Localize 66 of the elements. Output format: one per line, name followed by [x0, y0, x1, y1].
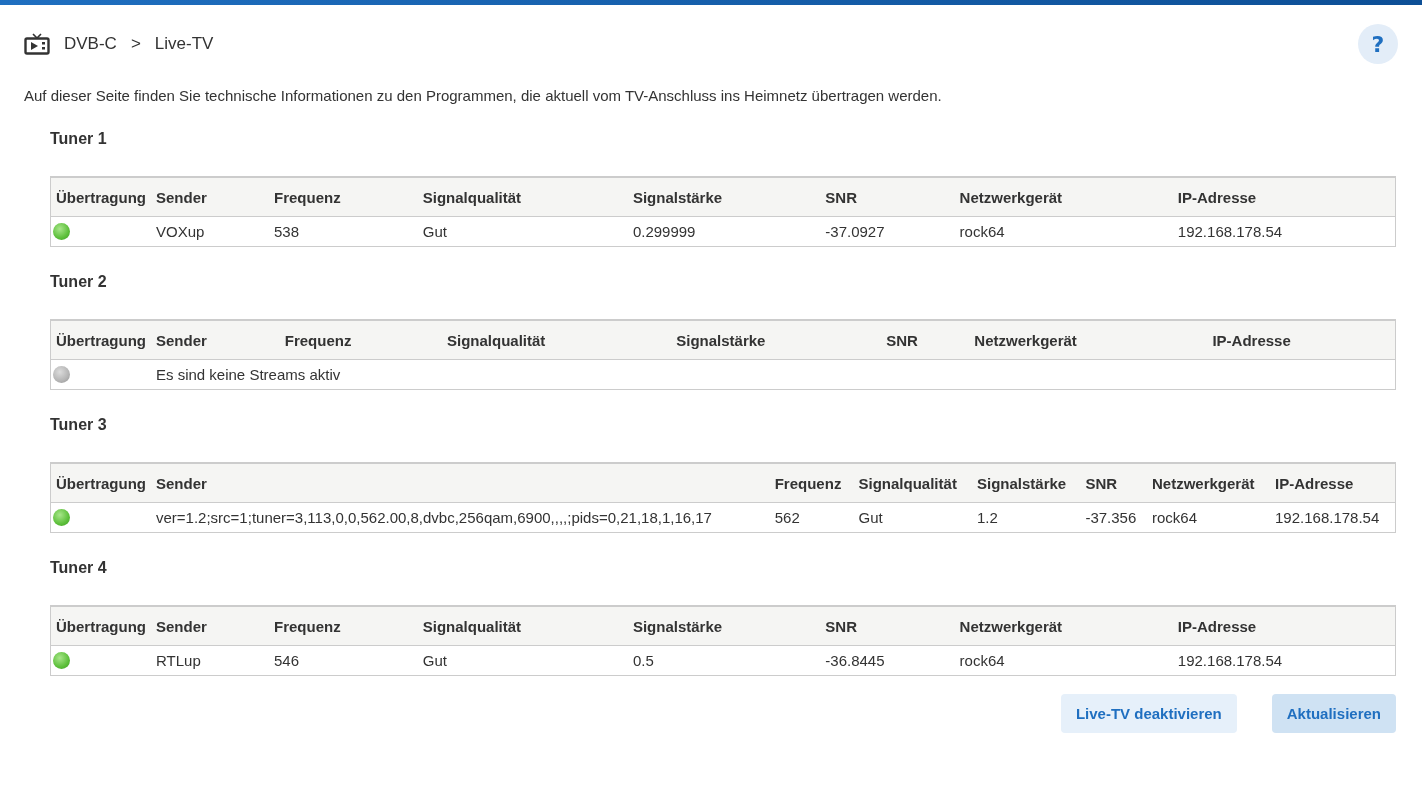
column-header: Frequenz [769, 463, 854, 503]
column-header: Signalstärke [627, 606, 821, 646]
column-header: IP-Adresse [1270, 463, 1396, 503]
breadcrumb-item: Live-TV [154, 34, 214, 54]
column-header: Signalstärke [971, 463, 1081, 503]
tv-icon [24, 33, 50, 55]
tuner-title: Tuner 4 [50, 558, 108, 578]
table-cell: 1.2 [971, 502, 1081, 533]
tuner-title: Tuner 1 [50, 129, 108, 149]
table-cell: ver=1.2;src=1;tuner=3,113,0,0,562.00,8,dvbc,256qam,6900,,,,;pids=0,21,18,1,16,17 [151, 502, 770, 533]
column-header: Signalstärke [671, 320, 882, 360]
column-header: SNR [881, 320, 970, 360]
column-header: Frequenz [269, 177, 418, 217]
deactivate-button[interactable]: Live-TV deaktivieren [1060, 694, 1237, 733]
tuner-title: Tuner 2 [50, 272, 108, 292]
column-header: Signalqualität [417, 606, 628, 646]
table-cell: Gut [417, 216, 628, 247]
column-header: Netzwerkgerät [1146, 463, 1270, 503]
column-header: Signalqualität [442, 320, 672, 360]
breadcrumb-separator: > [130, 34, 141, 54]
table-cell: 538 [269, 216, 418, 247]
column-header: SNR [820, 177, 955, 217]
table-cell: 0.5 [627, 645, 821, 676]
column-header: IP-Adresse [1207, 320, 1396, 360]
table-cell: 192.168.178.54 [1172, 216, 1396, 247]
column-header: Sender [151, 320, 280, 360]
column-header: Übertragung [50, 606, 151, 646]
column-header: Signalqualität [417, 177, 628, 217]
column-header: SNR [1080, 463, 1147, 503]
column-header: Frequenz [279, 320, 442, 360]
table-cell: rock64 [954, 216, 1173, 247]
column-header: Frequenz [269, 606, 418, 646]
refresh-button[interactable]: Aktualisieren [1271, 694, 1396, 733]
table-cell: -37.0927 [820, 216, 955, 247]
column-header: IP-Adresse [1172, 177, 1396, 217]
column-header: Sender [151, 177, 270, 217]
table-cell: 192.168.178.54 [1172, 645, 1396, 676]
intro-text: Auf dieser Seite finden Sie technische Informationen zu den Programmen, die aktuell vom TV-Anschluss ins Heimnetz übertragen werden. [23, 86, 943, 104]
table-cell: 192.168.178.54 [1270, 502, 1396, 533]
table-cell: VOXup [151, 216, 270, 247]
table-cell: -37.356 [1080, 502, 1147, 533]
table-cell: 0.299999 [627, 216, 821, 247]
column-header: Netzwerkgerät [969, 320, 1208, 360]
tuner-title: Tuner 3 [50, 415, 108, 435]
table-cell: Gut [853, 502, 972, 533]
column-header: IP-Adresse [1172, 606, 1396, 646]
breadcrumb-item[interactable]: DVB-C [64, 34, 117, 54]
table-cell: rock64 [1146, 502, 1270, 533]
empty-message: Es sind keine Streams aktiv [151, 359, 1396, 390]
column-header: Netzwerkgerät [954, 177, 1173, 217]
column-header: Netzwerkgerät [954, 606, 1173, 646]
column-header: Signalstärke [627, 177, 821, 217]
help-button[interactable]: ? [1358, 24, 1398, 64]
column-header: Übertragung [50, 320, 151, 360]
column-header: Sender [151, 606, 270, 646]
column-header: SNR [820, 606, 955, 646]
column-header: Übertragung [50, 463, 151, 503]
column-header: Signalqualität [853, 463, 972, 503]
table-cell: 562 [769, 502, 854, 533]
table-cell: rock64 [954, 645, 1173, 676]
table-cell: Gut [417, 645, 628, 676]
column-header: Sender [151, 463, 770, 503]
table-cell: -36.8445 [820, 645, 955, 676]
table-cell: RTLup [151, 645, 270, 676]
column-header: Übertragung [50, 177, 151, 217]
table-cell: 546 [269, 645, 418, 676]
